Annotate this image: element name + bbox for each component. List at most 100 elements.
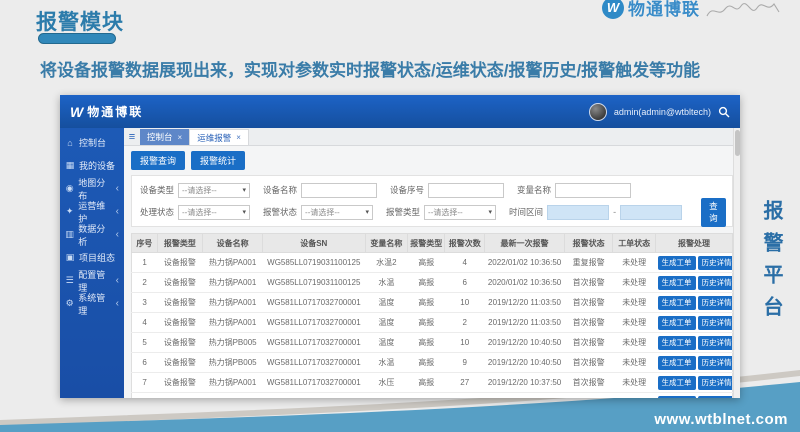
brand-logo: W 物通博联 [602,0,700,20]
sidebar-item-数据分析[interactable]: ▥数据分析‹ [60,223,124,246]
设备名称-input[interactable] [301,183,377,198]
user-account-label[interactable]: admin(admin@wtbltech) [614,107,711,117]
search-icon[interactable] [718,106,730,118]
filter-panel: 设备类型--请选择--▾设备名称设备序号变量名称 处理状态--请选择--▾报警状… [131,175,733,227]
table-cell: 高报 [408,353,445,373]
query-button[interactable]: 查询 [701,198,726,227]
变量名称-input[interactable] [555,183,631,198]
table-cell: 未处理 [613,273,656,293]
sidebar-item-系统管理[interactable]: ⚙系统管理‹ [60,292,124,315]
tab-label: 控制台 [147,131,173,143]
table-cell: 2020/01/02 10:36:50 [485,273,565,293]
table-cell: 设备报警 [157,313,203,333]
历史详情-button[interactable]: 历史详情 [698,256,733,270]
历史详情-button[interactable]: 历史详情 [698,276,733,290]
column-header-报警类型: 报警类型 [408,234,445,253]
time-range-end-input[interactable] [620,205,682,220]
table-cell: 首次报警 [564,293,612,313]
历史详情-button[interactable]: 历史详情 [698,336,733,350]
table-cell-actions: 生成工单历史详情 [656,293,733,313]
table-cell: 未处理 [613,393,656,399]
table-row: 3设备报警热力锅PA001WG581LL0717032700001温度高报102… [132,293,733,313]
filter-field-处理状态: 处理状态--请选择--▾ [140,205,250,220]
生成工单-button[interactable]: 生成工单 [658,276,696,290]
历史详情-button[interactable]: 历史详情 [698,356,733,370]
报警查询-button[interactable]: 报警查询 [131,151,185,170]
table-cell: 高报 [408,313,445,333]
table-cell: 未处理 [613,333,656,353]
处理状态-select[interactable]: --请选择--▾ [178,205,250,220]
scrollbar[interactable] [733,128,740,398]
time-range-start-input[interactable] [547,205,609,220]
历史详情-button[interactable]: 历史详情 [698,376,733,390]
table-cell: 8 [445,393,485,399]
chevron-down-icon: ▾ [243,186,247,194]
column-header-工单状态: 工单状态 [613,234,656,253]
历史详情-button[interactable]: 历史详情 [698,396,733,399]
tab-close-icon[interactable]: × [178,133,183,142]
sidebar-toggle-icon[interactable]: ≡ [124,131,140,143]
user-avatar[interactable] [589,103,607,121]
project-icon: ▣ [65,252,75,263]
table-cell-actions: 生成工单历史详情 [656,393,733,399]
tab-close-icon[interactable]: × [236,133,241,142]
生成工单-button[interactable]: 生成工单 [658,356,696,370]
sidebar-item-配置管理[interactable]: ☰配置管理‹ [60,269,124,292]
历史详情-button[interactable]: 历史详情 [698,316,733,330]
生成工单-button[interactable]: 生成工单 [658,256,696,270]
scrollbar-thumb[interactable] [735,130,740,156]
table-cell: 2019/12/20 10:37:50 [485,393,565,399]
filter-field-报警类型: 报警类型 --请选择--▾ [386,205,496,220]
sidebar-item-运营维护[interactable]: ✦运营维护‹ [60,200,124,223]
table-cell-actions: 生成工单历史详情 [656,333,733,353]
table-cell: 2019/12/20 10:40:50 [485,333,565,353]
报警类型-select[interactable]: --请选择--▾ [424,205,496,220]
maintenance-icon: ✦ [65,206,74,217]
website-url: www.wtblnet.com [654,411,788,428]
table-cell: 2 [132,273,158,293]
table-cell: 高报 [408,393,445,399]
设备序号-input[interactable] [428,183,504,198]
analytics-icon: ▥ [65,229,74,240]
sidebar-item-label: 数据分析 [78,222,111,248]
side-vertical-label: 报警平台 [757,200,786,328]
filter-label: 报警类型 [386,206,420,218]
chevron-down-icon: ▾ [366,208,370,216]
sidebar-item-控制台[interactable]: ⌂控制台 [60,131,124,154]
table-row: 2设备报警热力锅PA001WG585LL0719031100125水温高报620… [132,273,733,293]
设备类型-select[interactable]: --请选择--▾ [178,183,250,198]
home-icon: ⌂ [65,138,75,148]
filter-label: 时间区间 [509,206,543,218]
生成工单-button[interactable]: 生成工单 [658,296,696,310]
tab-控制台[interactable]: 控制台 × [140,129,189,145]
报警状态-select[interactable]: --请选择--▾ [301,205,373,220]
gear-icon: ⚙ [65,298,74,309]
sidebar-item-label: 系统管理 [78,291,111,317]
sidebar-item-项目组态[interactable]: ▣项目组态 [60,246,124,269]
table-cell: 水温 [365,353,408,373]
生成工单-button[interactable]: 生成工单 [658,396,696,399]
table-cell: WG581LL0717032700001 [263,313,366,333]
column-header-报警类型: 报警类型 [157,234,203,253]
table-cell: 未处理 [613,313,656,333]
table-cell: 热力锅PA001 [203,273,263,293]
table-cell: 温度 [365,293,408,313]
table-cell: 首次报警 [564,373,612,393]
chevron-down-icon: ▾ [243,208,247,216]
filter-field-设备序号: 设备序号 [390,183,504,198]
生成工单-button[interactable]: 生成工单 [658,316,696,330]
sidebar-item-地图分布[interactable]: ◉地图分布‹ [60,177,124,200]
生成工单-button[interactable]: 生成工单 [658,336,696,350]
table-cell: 热力锅PB005 [203,333,263,353]
tab-运维报警[interactable]: 运维报警× [189,129,249,145]
table-cell: 气压 [365,393,408,399]
table-cell: WG581LL0717032700001 [263,293,366,313]
历史详情-button[interactable]: 历史详情 [698,296,733,310]
生成工单-button[interactable]: 生成工单 [658,376,696,390]
sidebar-item-我的设备[interactable]: ▦我的设备 [60,154,124,177]
table-cell: 10 [445,293,485,313]
报警统计-button[interactable]: 报警统计 [191,151,245,170]
app-screenshot: W 物通博联 admin(admin@wtbltech) ⌂控制台▦我的设备◉地… [60,95,740,398]
table-row: 4设备报警热力锅PA001WG581LL0717032700001温度高报220… [132,313,733,333]
table-cell-actions: 生成工单历史详情 [656,273,733,293]
